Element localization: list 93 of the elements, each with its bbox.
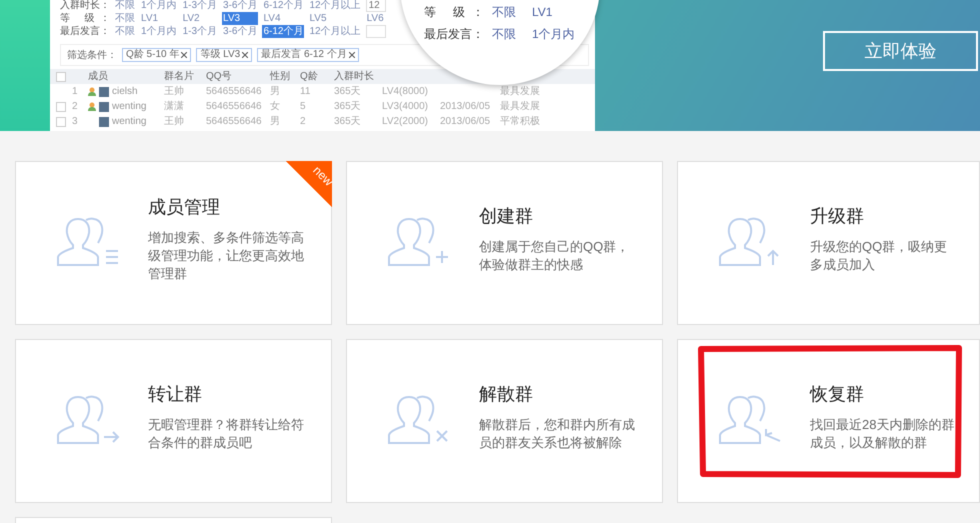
table-cell-text: 男	[270, 85, 281, 99]
filter-option[interactable]: LV3	[222, 12, 258, 25]
table-cell-text: 2013/06/05	[440, 115, 492, 129]
close-icon[interactable]	[348, 52, 355, 58]
filter-option: LV1	[532, 5, 600, 19]
filter-option[interactable]: 1-3个月	[182, 0, 218, 12]
filter-option[interactable]: LV2	[182, 12, 218, 25]
table-cell-text: 365天	[334, 85, 362, 99]
filter-option[interactable]: 3-6个月	[222, 25, 258, 38]
filter-label: 等 级：	[424, 5, 484, 19]
table-cell-text: 王帅	[164, 114, 185, 129]
card-title: 转让群	[148, 383, 203, 406]
filter-option[interactable]: 不限	[114, 25, 136, 38]
filter-option: 不限	[492, 5, 532, 19]
checkbox[interactable]	[56, 102, 66, 112]
feature-card[interactable]: 创建群 创建属于您自己的QQ群，体验做群主的快感	[346, 161, 663, 325]
table-cell-text: 11	[300, 85, 312, 99]
table-cell-text: LV2(2000)	[382, 115, 429, 129]
filter-label: 等 级：	[60, 12, 110, 25]
table-cell-text: 女	[270, 100, 281, 114]
filter-option: 1个月内	[532, 27, 600, 41]
filter-option[interactable]: LV4	[262, 12, 304, 25]
filter-option[interactable]: 1个月内	[140, 0, 178, 12]
table-cell-text: 365天	[334, 100, 362, 114]
checkbox[interactable]	[56, 116, 66, 126]
conditions-label: 筛选条件：	[67, 48, 117, 62]
filter-option[interactable]: 6-12个月	[262, 25, 304, 38]
filter-label: 最后发言：	[60, 25, 110, 38]
table-cell-text: 365天	[334, 115, 362, 129]
member-name: wenting	[112, 100, 146, 114]
card-description: 增加搜索、多条件筛选等高级管理功能，让您更高效地管理群	[148, 229, 305, 283]
column-header: QQ号	[206, 70, 233, 84]
feature-card[interactable]: 恢复群 找回最近28天内删除的群成员，以及解散的群	[677, 339, 980, 503]
filter-tag[interactable]: Q龄 5-10 年	[122, 48, 192, 62]
table-cell-text: LV3(4000)	[382, 100, 429, 114]
table-cell-text: 2	[300, 115, 307, 129]
close-icon[interactable]	[242, 52, 248, 58]
filter-option[interactable]: 3-6个月	[222, 0, 258, 12]
checkbox[interactable]	[56, 72, 66, 82]
table-cell-text: LV4(8000)	[382, 85, 429, 99]
filter-option[interactable]: 12个月以上	[308, 25, 362, 38]
filter-label: 最后发言：	[424, 27, 484, 41]
column-header: 成员	[88, 70, 109, 84]
row-number: 2	[72, 100, 79, 114]
member-name: wenting	[112, 115, 146, 129]
card-title: 升级群	[810, 205, 865, 228]
row-number: 1	[72, 85, 79, 99]
card-title: 创建群	[479, 205, 534, 228]
feature-card[interactable]: 解散群 解散群后，您和群内所有成员的群友关系也将被解除	[346, 339, 663, 503]
filter-tag[interactable]: 最后发言 6-12 个月	[257, 48, 359, 62]
card-description: 创建属于您自己的QQ群，体验做群主的快感	[479, 238, 630, 274]
card-description: 解散群后，您和群内所有成员的群友关系也将被解除	[479, 416, 636, 452]
card-description: 找回最近28天内删除的群成员，以及解散的群	[810, 416, 955, 452]
column-header: 群名片	[164, 70, 195, 84]
card-title: 解散群	[479, 383, 534, 406]
filter-option[interactable]: LV1	[140, 12, 178, 25]
table-cell-text: 5	[300, 100, 307, 114]
table-cell-text: 5646556646	[206, 100, 263, 114]
table-cell-text: 2013/06/05	[440, 100, 492, 114]
table-cell-text: 最具发展	[500, 100, 541, 114]
column-header: 入群时长	[334, 70, 375, 84]
table-cell-text: 王帅	[164, 84, 185, 99]
filter-label: 入群时长：	[60, 0, 110, 12]
filter-tag[interactable]: 等级 LV3	[196, 48, 252, 62]
try-now-button[interactable]: 立即体验	[823, 31, 978, 71]
close-icon[interactable]	[181, 52, 188, 58]
filter-option[interactable]: 不限	[114, 12, 136, 25]
card-description: 升级您的QQ群，吸纳更多成员加入	[810, 238, 948, 274]
filter-option[interactable]: LV5	[308, 12, 362, 25]
column-header: 性别	[270, 70, 291, 84]
filter-option[interactable]: 不限	[114, 0, 136, 12]
filter-input[interactable]	[366, 25, 386, 38]
card-title: 成员管理	[148, 196, 221, 219]
row-number: 3	[72, 115, 79, 129]
filter-option[interactable]: 12个月以上	[308, 0, 362, 12]
card-description: 无暇管理群？将群转让给符合条件的群成员吧	[148, 416, 305, 452]
card-title: 恢复群	[810, 383, 865, 406]
feature-card[interactable]: 转让群 无暇管理群？将群转让给符合条件的群成员吧	[15, 339, 332, 503]
table-cell-text: 潇潇	[164, 100, 185, 114]
table-cell-text: 5646556646	[206, 85, 263, 99]
table-cell-text: 最具发展	[500, 85, 541, 99]
table-cell-text: 平常积极	[500, 114, 541, 129]
filter-input[interactable]: 12	[366, 0, 386, 12]
member-name: cielsh	[112, 85, 138, 99]
column-header: Q龄	[300, 70, 319, 84]
filter-option[interactable]: 6-12个月	[262, 0, 304, 12]
filter-option[interactable]: 1个月内	[140, 25, 178, 38]
filter-option: 不限	[492, 27, 532, 41]
table-cell-text: 5646556646	[206, 115, 263, 129]
filter-option[interactable]: 1-3个月	[182, 25, 218, 38]
table-cell-text: 男	[270, 115, 281, 129]
filter-option[interactable]: LV6	[366, 12, 386, 25]
feature-card[interactable]: 升级群 升级您的QQ群，吸纳更多成员加入	[677, 161, 980, 325]
